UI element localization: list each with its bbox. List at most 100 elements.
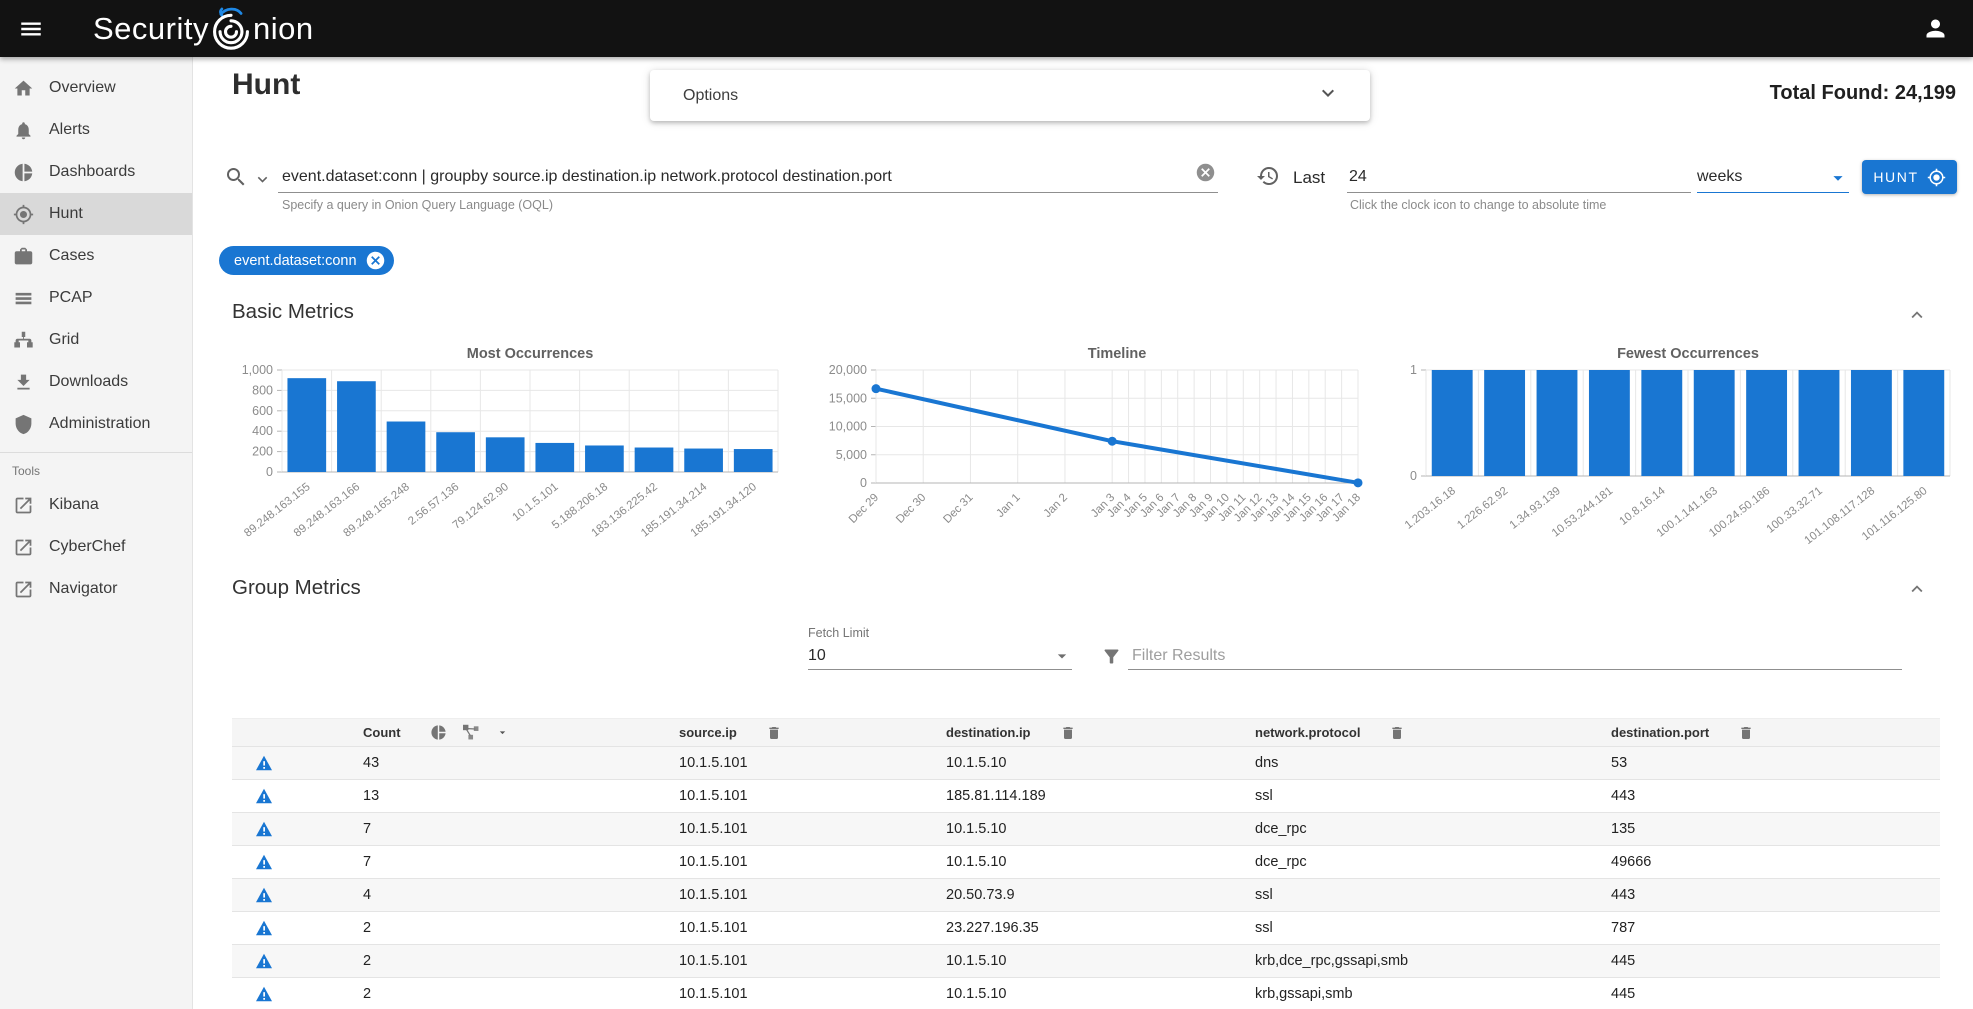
sidebar-item-alerts[interactable]: Alerts: [0, 109, 192, 151]
select-caret-icon: [1052, 646, 1072, 666]
warning-triangle-icon[interactable]: [255, 821, 273, 837]
warning-triangle-icon[interactable]: [255, 755, 273, 771]
cell-destination-port: 53: [1611, 755, 1940, 771]
cell-source-ip: 10.1.5.101: [679, 920, 946, 936]
hamburger-menu-icon[interactable]: [11, 9, 51, 49]
sidebar-item-grid[interactable]: Grid: [0, 319, 192, 361]
warning-triangle-icon[interactable]: [255, 920, 273, 936]
cell-network-protocol: krb,dce_rpc,gssapi,smb: [1255, 953, 1611, 969]
cell-destination-ip: 10.1.5.10: [946, 986, 1255, 1002]
time-unit-select[interactable]: weeks: [1697, 160, 1849, 193]
table-row[interactable]: 1310.1.5.101185.81.114.189ssl443: [232, 780, 1940, 813]
query-input[interactable]: [278, 168, 1195, 192]
cell-destination-port: 445: [1611, 953, 1940, 969]
sidebar-item-kibana[interactable]: Kibana: [0, 484, 192, 526]
groupby-graph-icon[interactable]: [462, 724, 481, 741]
svg-text:400: 400: [252, 424, 273, 438]
remove-column-trash-icon[interactable]: [1738, 725, 1754, 741]
cell-count: 7: [363, 854, 679, 870]
lines-icon: [13, 288, 34, 309]
chart-most-occurrences: Most Occurrences02004006008001,00089.248…: [230, 340, 792, 550]
query-dropdown-chevron-icon[interactable]: [253, 170, 272, 194]
cell-network-protocol: dce_rpc: [1255, 821, 1611, 837]
cell-destination-port: 443: [1611, 887, 1940, 903]
collapse-basic-metrics-icon[interactable]: [1906, 304, 1928, 331]
hunt-button[interactable]: HUNT: [1862, 160, 1957, 194]
chart-fewest-occurrences: Fewest Occurrences011.203.16.181.226.62.…: [1398, 340, 1960, 550]
sidebar-item-hunt[interactable]: Hunt: [0, 193, 192, 235]
table-row[interactable]: 4310.1.5.10110.1.5.10dns53: [232, 747, 1940, 780]
crosshair-icon: [13, 204, 34, 225]
svg-text:800: 800: [252, 383, 273, 397]
cell-destination-port: 445: [1611, 986, 1940, 1002]
security-onion-logo: Security nion: [93, 5, 314, 53]
svg-text:5,000: 5,000: [836, 448, 867, 462]
sidebar-item-label: PCAP: [49, 289, 93, 307]
user-account-icon[interactable]: [1915, 9, 1955, 49]
cell-network-protocol: krb,gssapi,smb: [1255, 986, 1611, 1002]
search-icon[interactable]: [224, 165, 248, 194]
cell-destination-port: 443: [1611, 788, 1940, 804]
sidebar-item-label: Administration: [49, 415, 150, 433]
group-metrics-table: Count source.ip destination.ip network.p…: [232, 718, 1940, 1009]
warning-triangle-icon[interactable]: [255, 854, 273, 870]
clock-history-icon[interactable]: [1256, 164, 1280, 193]
remove-column-trash-icon[interactable]: [766, 725, 782, 741]
cell-network-protocol: dce_rpc: [1255, 854, 1611, 870]
cell-source-ip: 10.1.5.101: [679, 887, 946, 903]
svg-text:1,000: 1,000: [242, 363, 273, 377]
chip-close-icon[interactable]: [365, 250, 386, 271]
svg-text:10.8.16.14: 10.8.16.14: [1617, 485, 1668, 528]
collapse-group-metrics-icon[interactable]: [1906, 578, 1928, 605]
onion-logo-icon: [210, 5, 252, 53]
table-row[interactable]: 710.1.5.10110.1.5.10dce_rpc135: [232, 813, 1940, 846]
options-expansion-panel[interactable]: Options: [650, 70, 1370, 121]
time-field: [1347, 160, 1691, 193]
sidebar-item-cyberchef[interactable]: CyberChef: [0, 526, 192, 568]
table-row[interactable]: 410.1.5.10120.50.73.9ssl443: [232, 879, 1940, 912]
warning-triangle-icon[interactable]: [255, 887, 273, 903]
cell-destination-port: 135: [1611, 821, 1940, 837]
sidebar-item-pcap[interactable]: PCAP: [0, 277, 192, 319]
fetch-limit-select[interactable]: 10: [808, 644, 1072, 670]
sidebar-item-cases[interactable]: Cases: [0, 235, 192, 277]
remove-column-trash-icon[interactable]: [1389, 725, 1405, 741]
cell-source-ip: 10.1.5.101: [679, 986, 946, 1002]
sidebar-item-label: Kibana: [49, 496, 99, 514]
warning-triangle-icon[interactable]: [255, 788, 273, 804]
svg-text:1.34.93.139: 1.34.93.139: [1508, 485, 1563, 532]
remove-column-trash-icon[interactable]: [1060, 725, 1076, 741]
filter-chip[interactable]: event.dataset:conn: [219, 246, 394, 275]
column-header-destination-port: destination.port: [1611, 725, 1709, 740]
sidebar-item-label: Navigator: [49, 580, 117, 598]
clear-query-icon[interactable]: [1195, 162, 1216, 188]
sitemap-icon: [13, 330, 34, 351]
table-row[interactable]: 210.1.5.10110.1.5.10krb,gssapi,smb445: [232, 978, 1940, 1009]
warning-triangle-icon[interactable]: [255, 986, 273, 1002]
sidebar-item-administration[interactable]: Administration: [0, 403, 192, 445]
cell-destination-port: 787: [1611, 920, 1940, 936]
chart-timeline: Timeline05,00010,00015,00020,000Dec 29De…: [810, 340, 1372, 550]
sidebar-item-downloads[interactable]: Downloads: [0, 361, 192, 403]
time-value-input[interactable]: [1347, 168, 1691, 192]
cell-count: 43: [363, 755, 679, 771]
fetch-limit-label: Fetch Limit: [808, 626, 869, 640]
sidebar-item-dashboards[interactable]: Dashboards: [0, 151, 192, 193]
table-row[interactable]: 210.1.5.10110.1.5.10krb,dce_rpc,gssapi,s…: [232, 945, 1940, 978]
warning-triangle-icon[interactable]: [255, 953, 273, 969]
total-found: Total Found: 24,199: [1770, 82, 1956, 105]
time-range-label: Last: [1293, 168, 1325, 188]
column-menu-caret-icon[interactable]: [496, 726, 509, 739]
sidebar-tools-caption: Tools: [0, 460, 192, 484]
table-row[interactable]: 710.1.5.10110.1.5.10dce_rpc49666: [232, 846, 1940, 879]
top-navbar: Security nion: [0, 0, 1973, 57]
table-row[interactable]: 210.1.5.10123.227.196.35ssl787: [232, 912, 1940, 945]
svg-text:15,000: 15,000: [829, 391, 867, 405]
svg-text:Jan 2: Jan 2: [1042, 492, 1070, 520]
svg-text:600: 600: [252, 404, 273, 418]
filter-results-input[interactable]: [1128, 647, 1902, 669]
pie-chart-toggle-icon[interactable]: [430, 724, 447, 741]
cell-network-protocol: dns: [1255, 755, 1611, 771]
sidebar-item-navigator[interactable]: Navigator: [0, 568, 192, 610]
sidebar-item-overview[interactable]: Overview: [0, 67, 192, 109]
